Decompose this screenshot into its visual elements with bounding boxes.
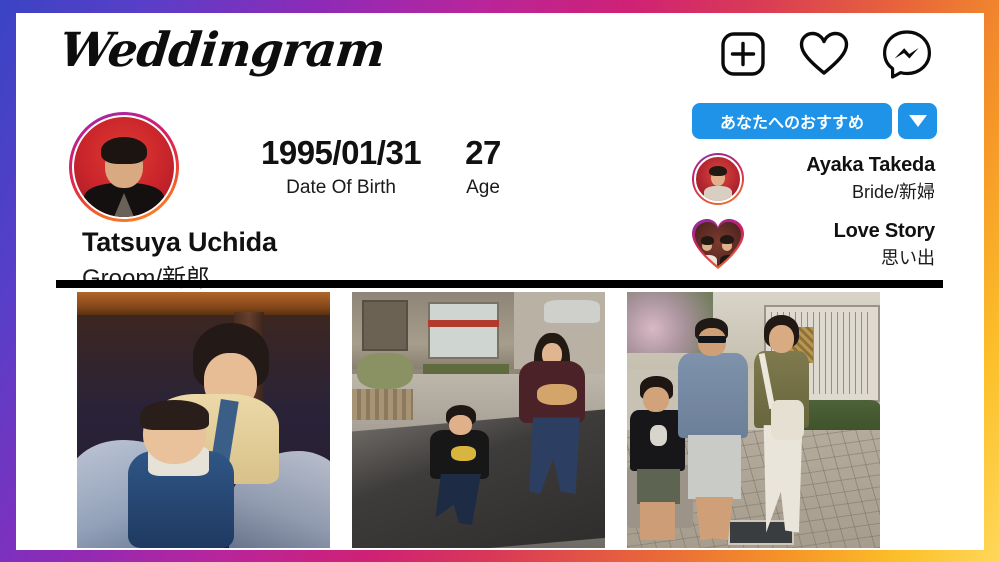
suggestion-text: Ayaka Takeda Bride/新婦 xyxy=(744,154,937,204)
profile-stats: 1995/01/31 Date Of Birth 27 Age xyxy=(261,134,501,199)
stat-label: Date Of Birth xyxy=(286,177,396,199)
stat-value: 1995/01/31 xyxy=(261,134,422,171)
profile-avatar-ring[interactable] xyxy=(69,112,179,222)
avatar-hair-groom xyxy=(720,235,734,244)
avatar-hair-bride xyxy=(701,236,715,245)
suggestion-subtitle: Bride/新婦 xyxy=(851,182,935,202)
app-header: Weddingram xyxy=(16,13,984,97)
add-post-icon[interactable] xyxy=(720,31,766,77)
suggestion-thumb xyxy=(692,153,744,205)
suggestions-dropdown-button[interactable] xyxy=(898,103,937,139)
brand-logo[interactable]: Weddingram xyxy=(57,23,387,78)
suggestion-title: Ayaka Takeda xyxy=(806,154,935,176)
photo-grid xyxy=(16,292,984,550)
suggestion-subtitle: 思い出 xyxy=(881,248,935,268)
heart-icon xyxy=(692,219,744,271)
avatar xyxy=(72,115,176,219)
stat-label: Age xyxy=(466,177,500,199)
suggestion-item-bride[interactable]: Ayaka Takeda Bride/新婦 xyxy=(692,153,937,205)
suggestion-thumb xyxy=(692,219,744,271)
photo-family-plaza[interactable] xyxy=(627,292,880,548)
suggestion-title: Love Story xyxy=(833,220,936,242)
stat-date-of-birth: 1995/01/31 Date Of Birth xyxy=(261,134,422,199)
profile-block: Tatsuya Uchida Groom/新郎 1995/01/31 Date … xyxy=(16,97,636,292)
suggestions-header: あなたへのおすすめ xyxy=(692,103,937,139)
avatar-body xyxy=(703,186,733,201)
stat-value: 27 xyxy=(465,134,501,171)
avatar xyxy=(694,155,742,203)
profile-name: Tatsuya Uchida xyxy=(82,227,277,257)
suggestions-button[interactable]: あなたへのおすすめ xyxy=(692,103,892,139)
photo-child-with-baby[interactable] xyxy=(77,292,330,548)
suggestion-item-love-story[interactable]: Love Story 思い出 xyxy=(692,219,937,271)
suggestion-text: Love Story 思い出 xyxy=(744,220,937,270)
heart-icon[interactable] xyxy=(799,31,849,77)
messenger-icon[interactable] xyxy=(882,29,932,79)
stat-age: 27 Age xyxy=(465,134,501,199)
avatar-hair xyxy=(101,137,147,164)
app-gradient-frame: Weddingram Tatsuya Uchida Groom/新郎 1995/… xyxy=(0,0,999,562)
photo-toddler-running[interactable] xyxy=(352,292,605,548)
section-divider xyxy=(56,280,943,288)
chevron-down-icon xyxy=(908,115,927,127)
avatar-hair xyxy=(709,165,727,177)
page-card: Weddingram Tatsuya Uchida Groom/新郎 1995/… xyxy=(16,13,984,550)
suggestions-panel: あなたへのおすすめ Ayaka Takeda Bride/新婦 Love Sto… xyxy=(692,103,937,271)
header-actions xyxy=(720,29,932,79)
avatar-ring xyxy=(692,153,744,205)
